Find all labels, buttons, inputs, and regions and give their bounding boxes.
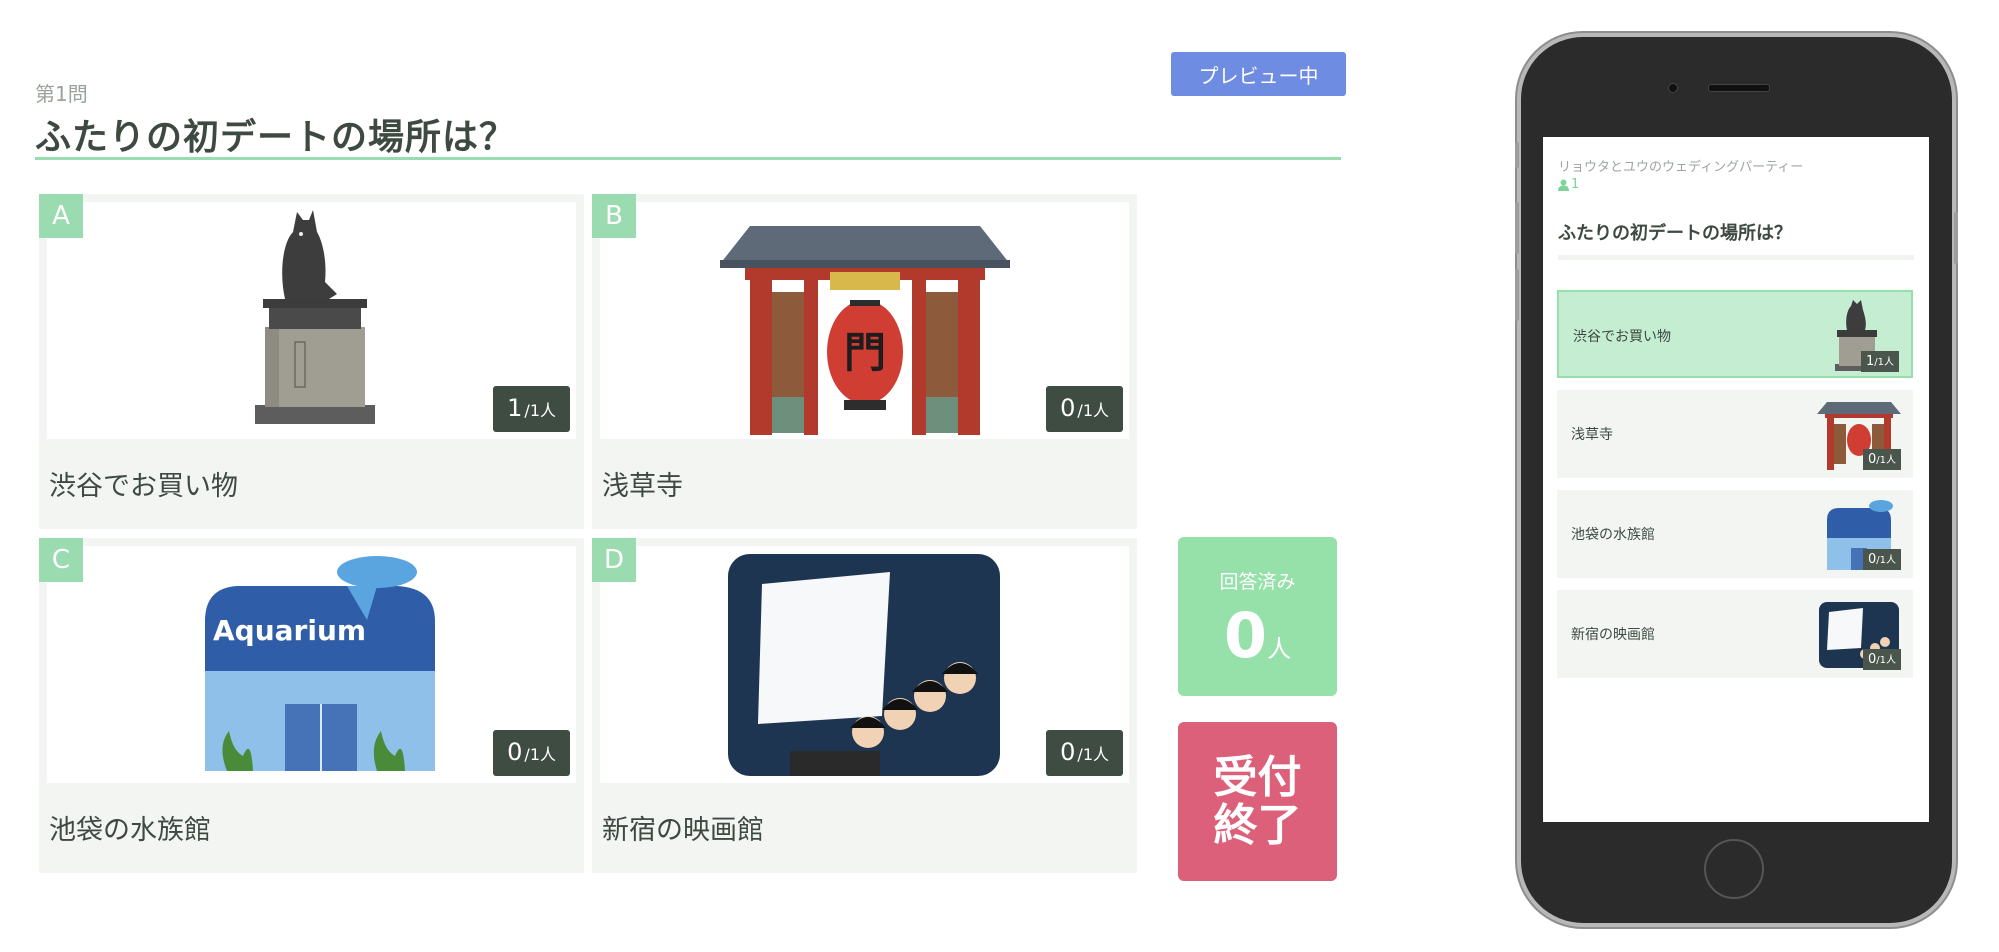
mobile-title-divider xyxy=(1558,255,1914,260)
mobile-choice-item[interactable]: 浅草寺 0/1人 xyxy=(1557,390,1913,478)
choice-card-a[interactable]: A 1/1人 渋谷でお買い物 xyxy=(39,194,584,529)
choice-letter-badge: C xyxy=(39,538,83,582)
camera-icon xyxy=(1668,83,1678,93)
choice-label: 池袋の水族館 xyxy=(49,815,211,846)
close-answers-button[interactable]: 受付 終了 xyxy=(1178,722,1337,881)
mobile-choice-item[interactable]: 新宿の映画館 0/1人 xyxy=(1557,590,1913,678)
mobile-vote-count: 1/1人 xyxy=(1860,351,1899,372)
user-count: 1 xyxy=(1558,177,1579,192)
phone-side-button xyxy=(1954,212,1958,264)
phone-side-button xyxy=(1515,142,1519,168)
choice-letter-badge: B xyxy=(592,194,636,238)
question-title: ふたりの初デートの場所は？ xyxy=(35,117,517,158)
close-button-line2: 終了 xyxy=(1213,799,1302,851)
choice-card-c[interactable]: Aquarium C 0/1人 池袋の水族館 xyxy=(39,538,584,873)
mobile-choice-label: 新宿の映画館 xyxy=(1571,627,1655,643)
mobile-vote-count: 0/1人 xyxy=(1862,449,1901,470)
phone-preview: リョウタとユウのウェディングパーティー 1 ふたりの初デートの場所は？ 渋谷でお… xyxy=(1515,37,1958,923)
vote-count-badge: 0/1人 xyxy=(1046,386,1123,432)
home-button[interactable] xyxy=(1704,839,1764,899)
mobile-vote-count: 0/1人 xyxy=(1862,549,1901,570)
party-name: リョウタとユウのウェディングパーティー xyxy=(1558,160,1804,175)
phone-screen: リョウタとユウのウェディングパーティー 1 ふたりの初デートの場所は？ 渋谷でお… xyxy=(1543,137,1929,822)
phone-side-button xyxy=(1515,269,1519,321)
answered-counter: 回答済み 0人 xyxy=(1178,537,1337,696)
question-number: 第1問 xyxy=(35,82,88,106)
phone-side-button xyxy=(1515,202,1519,254)
person-icon xyxy=(1558,179,1569,191)
svg-text:門: 門 xyxy=(844,328,886,377)
aquarium-sign-text: Aquarium xyxy=(213,614,366,647)
mobile-choice-item[interactable]: 渋谷でお買い物 1/1人 xyxy=(1557,290,1913,378)
choice-card-d[interactable]: D 0/1人 新宿の映画館 xyxy=(592,538,1137,873)
close-button-line1: 受付 xyxy=(1213,751,1302,803)
vote-count-badge: 1/1人 xyxy=(493,386,570,432)
choice-letter-badge: A xyxy=(39,194,83,238)
answered-value: 0人 xyxy=(1223,599,1292,672)
choice-letter-badge: D xyxy=(592,538,636,582)
choice-card-b[interactable]: 門 B 0/1人 浅草寺 xyxy=(592,194,1137,529)
mobile-choice-label: 渋谷でお買い物 xyxy=(1573,329,1671,345)
mobile-vote-count: 0/1人 xyxy=(1862,649,1901,670)
choice-label: 浅草寺 xyxy=(602,471,683,502)
title-divider xyxy=(35,157,1341,160)
vote-count-badge: 0/1人 xyxy=(493,730,570,776)
answered-title: 回答済み xyxy=(1219,571,1296,593)
mobile-question-title: ふたりの初デートの場所は？ xyxy=(1558,223,1792,244)
choice-label: 渋谷でお買い物 xyxy=(49,471,238,502)
vote-count-badge: 0/1人 xyxy=(1046,730,1123,776)
mobile-choice-label: 池袋の水族館 xyxy=(1571,527,1655,543)
choice-label: 新宿の映画館 xyxy=(602,815,764,846)
mobile-choice-label: 浅草寺 xyxy=(1571,427,1613,443)
speaker-icon xyxy=(1708,84,1770,92)
mobile-choice-item[interactable]: 池袋の水族館 0/1人 xyxy=(1557,490,1913,578)
preview-button[interactable]: プレビュー中 xyxy=(1171,52,1346,96)
